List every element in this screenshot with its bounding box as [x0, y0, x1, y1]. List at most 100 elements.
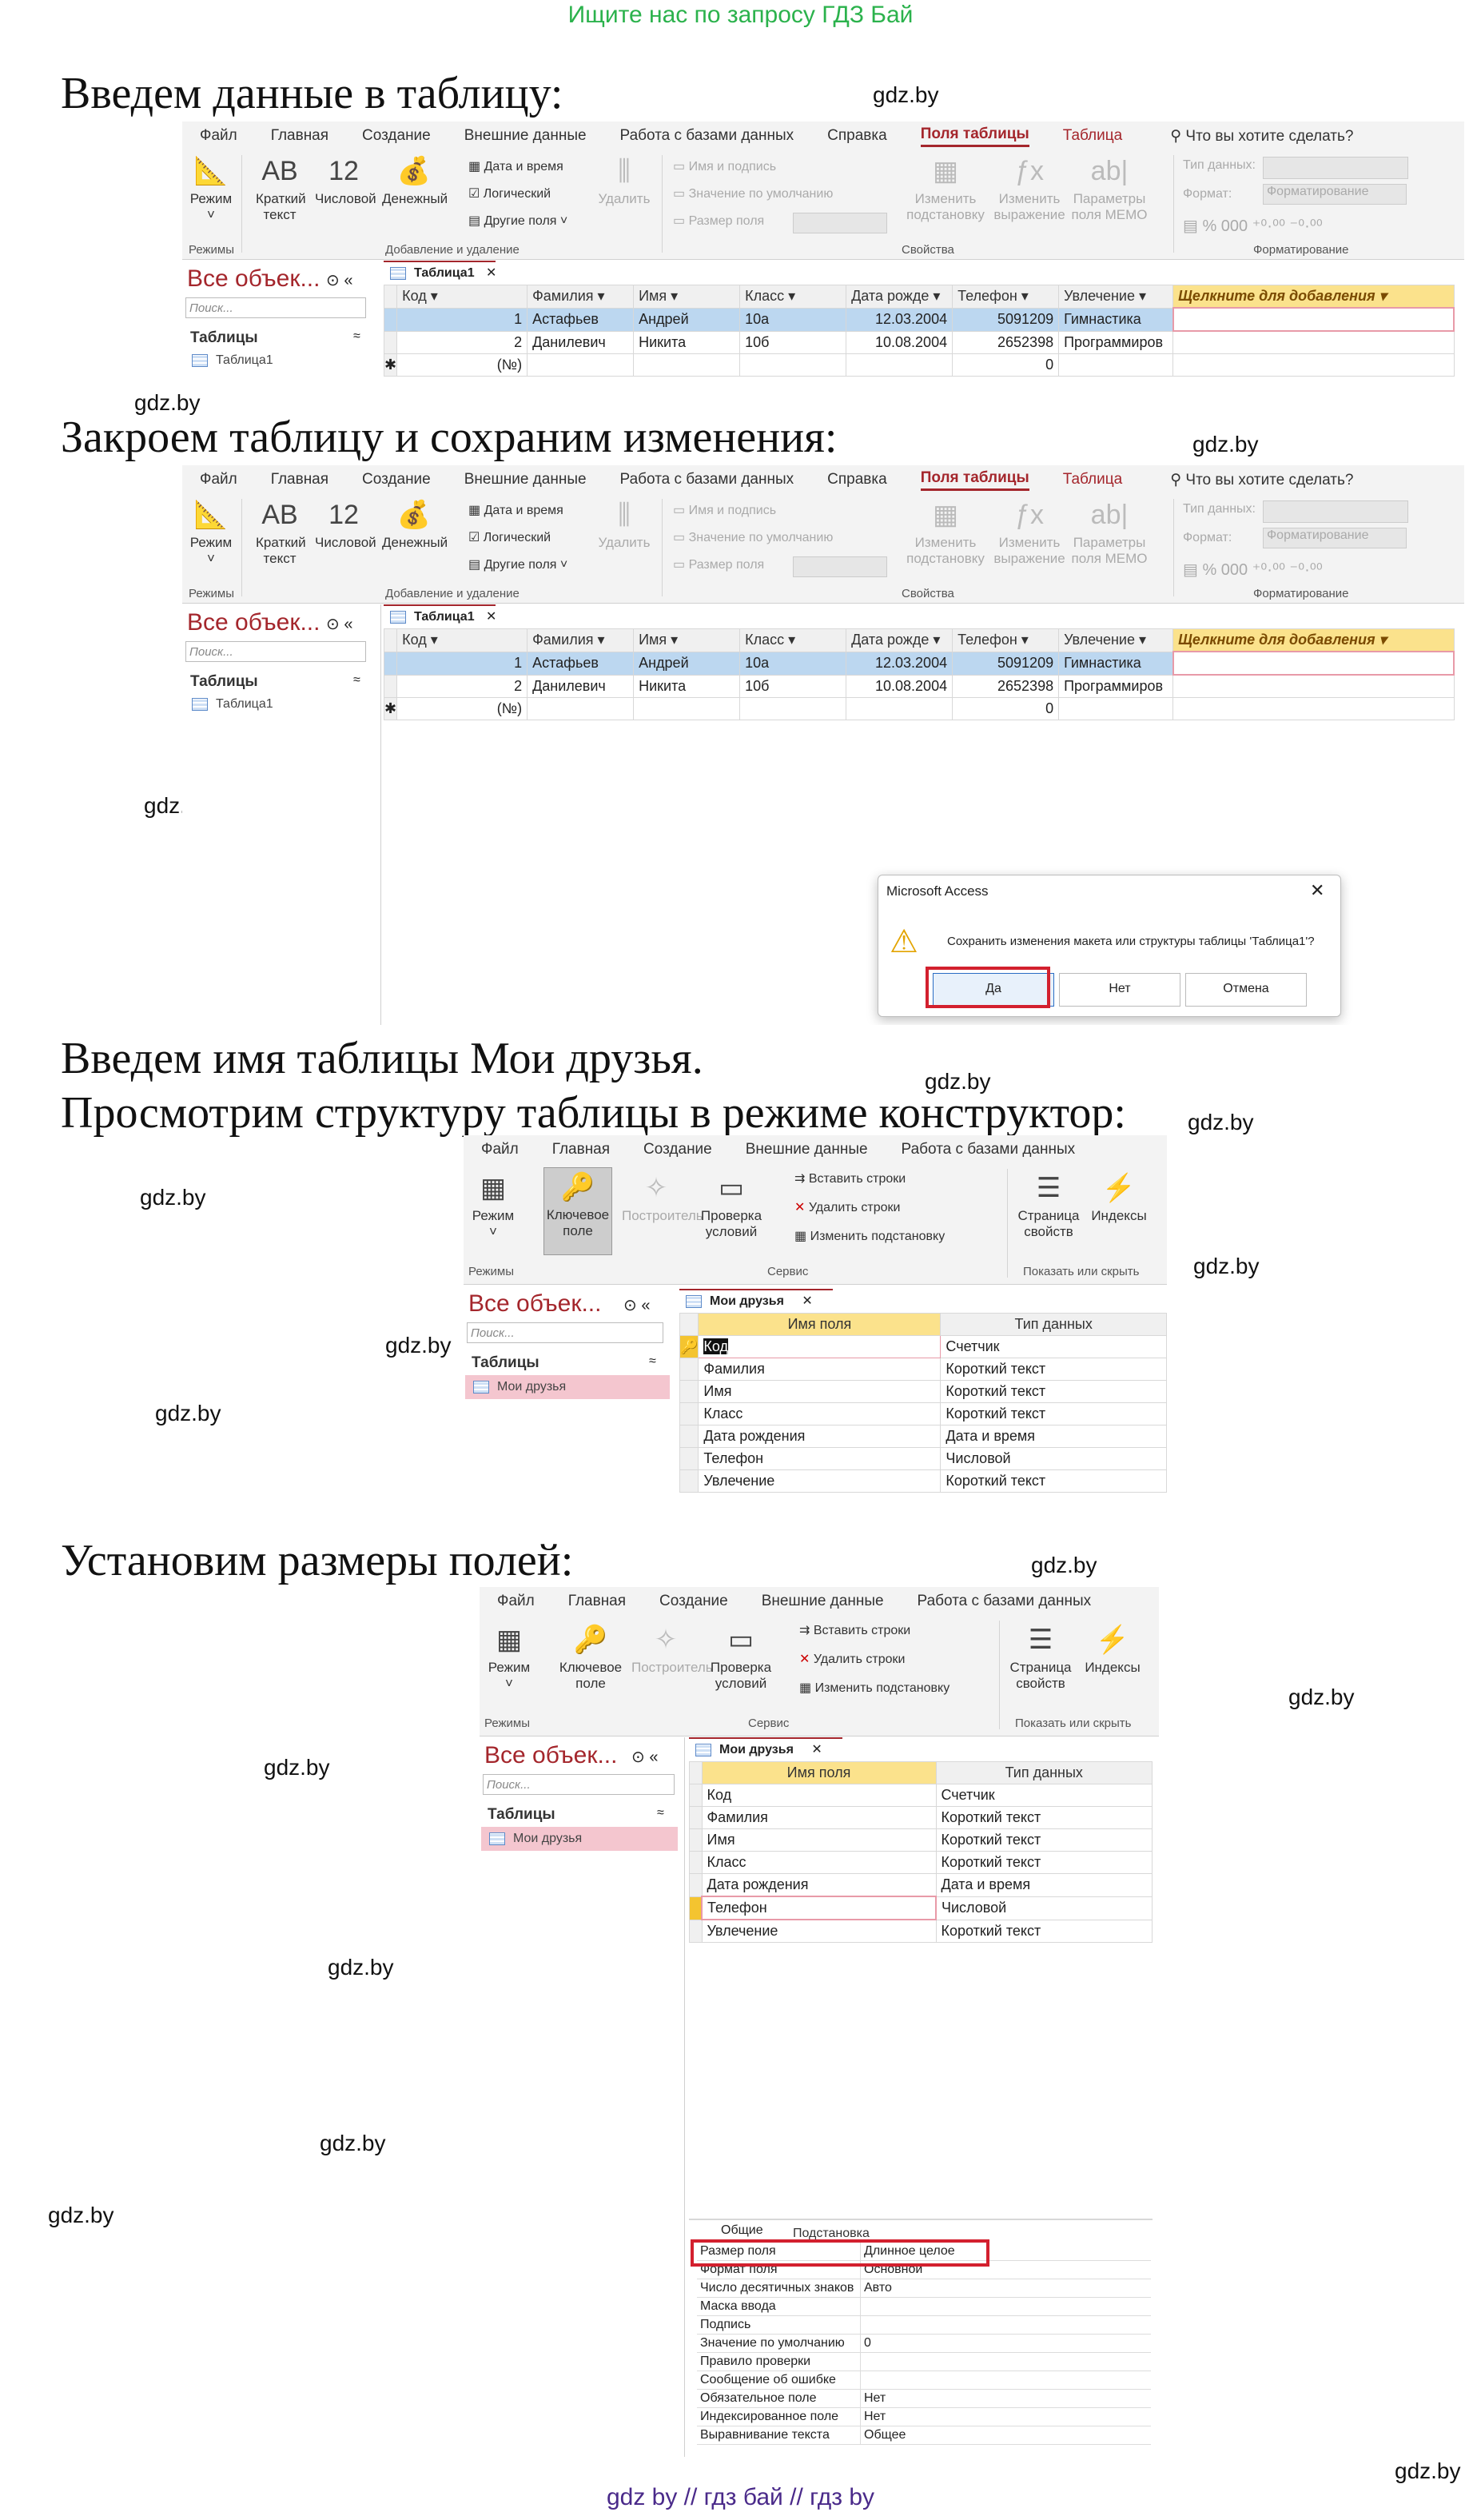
- datetime-button[interactable]: ▦ Дата и время: [468, 158, 563, 174]
- tell-me-search[interactable]: ⚲ Что вы хотите сделать?: [1170, 127, 1353, 146]
- row-selector[interactable]: [689, 1896, 703, 1920]
- cell[interactable]: (№): [396, 697, 528, 720]
- menu-database-tools[interactable]: Работа с базами данных: [902, 1141, 1076, 1158]
- cell[interactable]: [739, 697, 847, 720]
- column-header[interactable]: Класс ▾: [739, 285, 847, 309]
- nav-title[interactable]: Все объек...: [187, 265, 320, 293]
- row-selector[interactable]: [383, 651, 398, 676]
- row-selector[interactable]: [679, 1469, 699, 1493]
- cell[interactable]: Данилевич: [527, 674, 635, 698]
- field-type-cell[interactable]: Короткий текст: [935, 1806, 1153, 1829]
- row-selector[interactable]: [679, 1380, 699, 1403]
- column-header[interactable]: Имя ▾: [633, 628, 741, 652]
- primary-key-button[interactable]: 🔑 Ключевое поле: [556, 1624, 625, 1693]
- cell[interactable]: (№): [396, 353, 528, 377]
- field-name-cell[interactable]: Код: [698, 1335, 942, 1358]
- menu-external-data[interactable]: Внешние данные: [464, 127, 587, 145]
- mode-button[interactable]: ▦ Режим ˅: [468, 1172, 518, 1241]
- menu-table[interactable]: Таблица: [1063, 127, 1123, 145]
- nav-title[interactable]: Все объек...: [187, 609, 320, 636]
- collapse-icon[interactable]: ≈: [353, 673, 360, 688]
- cell[interactable]: 10б: [739, 330, 847, 354]
- cell[interactable]: [1172, 674, 1455, 698]
- field-name-cell[interactable]: Класс: [698, 1402, 942, 1425]
- menu-table-fields[interactable]: Поля таблицы: [920, 469, 1029, 491]
- nav-item-table1[interactable]: Таблица1: [192, 353, 273, 368]
- cell[interactable]: Андрей: [633, 651, 741, 676]
- number-format-buttons[interactable]: ▤ % 000 ⁺⁰·⁰⁰ ⁻⁰·⁰⁰: [1183, 216, 1323, 236]
- close-icon[interactable]: ✕: [802, 1294, 812, 1308]
- nav-section-tables[interactable]: Таблицы: [190, 329, 258, 347]
- menu-help[interactable]: Справка: [827, 471, 887, 488]
- nav-section-tables[interactable]: Таблицы: [488, 1806, 555, 1824]
- cell[interactable]: [633, 353, 741, 377]
- cell[interactable]: [846, 697, 953, 720]
- field-type-cell[interactable]: Числовой: [940, 1447, 1167, 1470]
- no-button[interactable]: Нет: [1059, 973, 1180, 1007]
- field-row[interactable]: Имя Короткий текст: [689, 1828, 1153, 1852]
- menu-create[interactable]: Создание: [643, 1141, 712, 1158]
- chevron-down-icon[interactable]: ⊙ «: [623, 1295, 650, 1315]
- delete-field-button[interactable]: ⫼ Удалить: [598, 155, 651, 207]
- tell-me-search[interactable]: ⚲ Что вы хотите сделать?: [1170, 471, 1353, 489]
- insert-rows-button[interactable]: ⇉ Вставить строки: [799, 1622, 910, 1638]
- table-row[interactable]: 2 Данилевич Никита 10б 10.08.2004 265239…: [383, 674, 1455, 698]
- field-name-cell[interactable]: Увлечение: [701, 1919, 937, 1943]
- field-name-cell[interactable]: Увлечение: [698, 1469, 942, 1493]
- new-row[interactable]: ✱ (№) 0: [383, 697, 1455, 720]
- cell[interactable]: 10а: [739, 651, 847, 676]
- column-header[interactable]: Класс ▾: [739, 628, 847, 652]
- cell[interactable]: [846, 353, 953, 377]
- builder-button[interactable]: ✧ Построитель: [631, 1624, 713, 1676]
- field-type-cell[interactable]: Дата и время: [940, 1425, 1167, 1448]
- cell[interactable]: [1172, 353, 1455, 377]
- field-name-cell[interactable]: Дата рождения: [698, 1425, 942, 1448]
- test-rules-button[interactable]: ▭ Проверка условий: [695, 1172, 767, 1241]
- number-button[interactable]: 12 Числовой: [315, 155, 376, 207]
- nav-section-tables[interactable]: Таблицы: [190, 673, 258, 691]
- cell[interactable]: Андрей: [633, 307, 741, 332]
- field-row[interactable]: Код Счетчик: [689, 1784, 1153, 1807]
- add-column-header[interactable]: Щелкните для добавления ▾: [1172, 628, 1455, 652]
- row-selector[interactable]: [689, 1828, 703, 1852]
- short-text-button[interactable]: AB Краткий текст: [256, 155, 306, 224]
- field-row[interactable]: Увлечение Короткий текст: [689, 1919, 1153, 1943]
- delete-rows-button[interactable]: ✕ Удалить строки: [799, 1651, 905, 1667]
- row-selector[interactable]: [689, 1851, 703, 1874]
- close-icon[interactable]: ✕: [486, 610, 496, 624]
- cell[interactable]: 5091209: [952, 307, 1060, 332]
- format-select[interactable]: Форматирование: [1263, 184, 1407, 205]
- column-header[interactable]: Увлечение ▾: [1058, 285, 1174, 309]
- other-fields-button[interactable]: ▤ Другие поля ˅: [468, 213, 567, 229]
- field-size-input[interactable]: [793, 213, 887, 233]
- nav-title[interactable]: Все объек...: [484, 1742, 617, 1769]
- memo-settings-button[interactable]: ab| Параметры поля MEMO: [1071, 155, 1148, 224]
- property-value[interactable]: Нет: [860, 2389, 1151, 2408]
- default-value-button[interactable]: ▭ Значение по умолчанию: [673, 185, 833, 201]
- property-row[interactable]: Подпись: [697, 2315, 1151, 2335]
- cell[interactable]: Астафьев: [527, 307, 635, 332]
- property-row[interactable]: Правило проверки: [697, 2352, 1151, 2371]
- cell[interactable]: [1172, 651, 1455, 676]
- field-row[interactable]: Телефон Числовой: [679, 1447, 1167, 1470]
- nav-item-my-friends[interactable]: Мои друзья: [465, 1375, 670, 1399]
- cell[interactable]: Программиров: [1058, 330, 1174, 354]
- cell[interactable]: [527, 353, 635, 377]
- cell[interactable]: [1058, 697, 1174, 720]
- property-row[interactable]: Индексированное поле Нет: [697, 2407, 1151, 2426]
- add-column-header[interactable]: Щелкните для добавления ▾: [1172, 285, 1455, 309]
- cell[interactable]: Никита: [633, 330, 741, 354]
- field-type-cell[interactable]: Короткий текст: [940, 1358, 1167, 1381]
- table-row[interactable]: 1 Астафьев Андрей 10а 12.03.2004 5091209…: [383, 651, 1455, 676]
- cell[interactable]: Данилевич: [527, 330, 635, 354]
- chevron-down-icon[interactable]: ⊙ «: [326, 270, 352, 290]
- field-type-cell[interactable]: Числовой: [935, 1896, 1153, 1920]
- mode-button[interactable]: ▦ Режим ˅: [484, 1624, 534, 1693]
- close-icon[interactable]: ✕: [1310, 880, 1324, 901]
- property-row[interactable]: Выравнивание текста Общее: [697, 2426, 1151, 2445]
- column-header[interactable]: Тип данных: [935, 1761, 1153, 1784]
- field-row[interactable]: Увлечение Короткий текст: [679, 1469, 1167, 1493]
- field-type-cell[interactable]: Короткий текст: [935, 1919, 1153, 1943]
- row-selector[interactable]: [383, 330, 398, 354]
- cell[interactable]: 12.03.2004: [846, 307, 953, 332]
